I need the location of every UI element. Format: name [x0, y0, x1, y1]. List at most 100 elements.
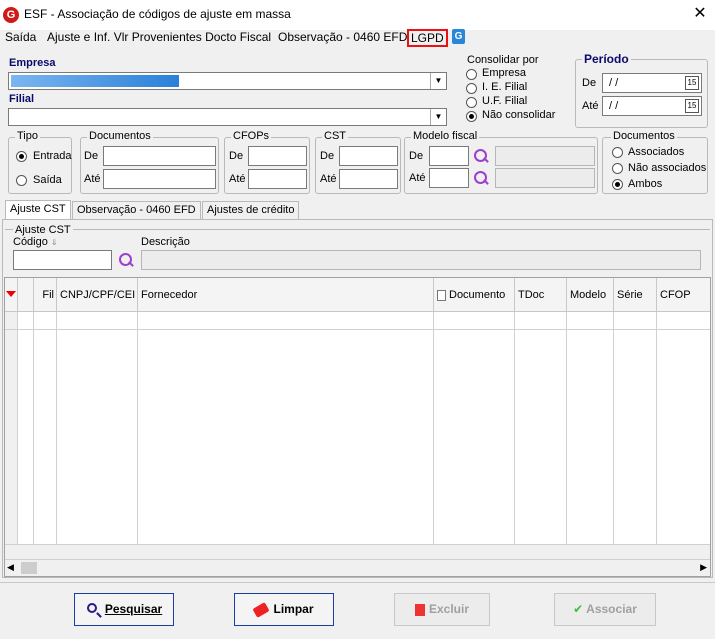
radio-associados[interactable]: [612, 147, 623, 158]
eraser-icon: [252, 601, 271, 618]
help-g-icon[interactable]: G: [452, 29, 465, 44]
excluir-button[interactable]: Excluir: [394, 593, 490, 626]
calendar-icon[interactable]: 15: [685, 99, 699, 113]
radio-empresa-label: Empresa: [482, 67, 527, 79]
documents-grid[interactable]: Fil CNPJ/CPF/CEI Fornecedor Documento TD…: [4, 277, 711, 577]
close-icon[interactable]: ✕: [690, 4, 710, 24]
associar-button[interactable]: ✔ Associar: [554, 593, 656, 626]
menu-observacao[interactable]: Observação - 0460 EFD: [278, 30, 407, 47]
grid-col-divider: [57, 312, 138, 544]
radio-empresa[interactable]: [466, 69, 477, 80]
consolidar-group: Consolidar por Empresa I. E. Filial U.F.…: [457, 54, 567, 127]
associar-label: Associar: [586, 602, 637, 616]
chevron-down-icon[interactable]: ▼: [430, 109, 446, 125]
documentos-ate-input[interactable]: [103, 169, 216, 189]
descricao-input: [141, 250, 701, 270]
grid-footer-row: [5, 544, 710, 559]
app-logo-icon: G: [3, 7, 19, 23]
radio-uf-filial[interactable]: [466, 97, 477, 108]
modelo-ate-input[interactable]: [429, 168, 469, 188]
radio-saida-label: Saída: [33, 174, 62, 186]
radio-nao-associados-label: Não associados: [628, 162, 707, 174]
cst-group: CST De Até: [315, 130, 401, 194]
col-fornecedor[interactable]: Fornecedor: [138, 278, 434, 312]
documentos-ate-label: Até: [84, 173, 101, 185]
col-serie[interactable]: Série: [614, 278, 657, 312]
menu-bar: Saída Ajuste e Inf. Vlr Provenientes Doc…: [0, 29, 715, 47]
cfops-de-input[interactable]: [248, 146, 307, 166]
cfops-title: CFOPs: [231, 130, 272, 142]
excluir-label: Excluir: [428, 602, 470, 616]
periodo-ate-value: / /: [609, 100, 619, 112]
tab-observacao-0460[interactable]: Observação - 0460 EFD: [72, 201, 201, 220]
sort-indicator-icon: [6, 291, 16, 297]
radio-saida[interactable]: [16, 175, 27, 186]
codigo-label: Código ⇓: [13, 236, 58, 248]
ajuste-cst-title: Ajuste CST: [13, 224, 73, 236]
radio-ambos[interactable]: [612, 179, 623, 190]
cfops-ate-label: Até: [229, 173, 246, 185]
documentos-range-title: Documentos: [87, 130, 153, 142]
codigo-input[interactable]: [13, 250, 112, 270]
calendar-icon[interactable]: 15: [685, 76, 699, 90]
tab-ajuste-cst[interactable]: Ajuste CST: [5, 200, 71, 221]
check-icon: ✔: [573, 602, 584, 616]
col-tdoc[interactable]: TDoc: [515, 278, 567, 312]
pesquisar-button[interactable]: Pesquisar: [74, 593, 174, 626]
col-documento: Documento: [449, 289, 506, 301]
periodo-de-input[interactable]: / / 15: [602, 73, 702, 93]
cfops-group: CFOPs De Até: [224, 130, 310, 194]
tab-ajustes-credito[interactable]: Ajustes de crédito: [202, 201, 300, 220]
chevron-down-icon[interactable]: ▼: [430, 73, 446, 89]
radio-ie-filial[interactable]: [466, 83, 477, 94]
radio-nao-associados[interactable]: [612, 163, 623, 174]
search-icon[interactable]: [473, 148, 489, 164]
radio-associados-label: Associados: [628, 146, 685, 158]
modelo-fiscal-title: Modelo fiscal: [411, 130, 480, 142]
col-modelo[interactable]: Modelo: [567, 278, 614, 312]
documentos-filter-group: Documentos Associados Não associados Amb…: [602, 130, 708, 194]
radio-nao-consolidar-label: Não consolidar: [482, 109, 556, 121]
cfops-ate-input[interactable]: [248, 169, 307, 189]
scroll-thumb[interactable]: [21, 562, 37, 574]
horizontal-scrollbar[interactable]: ◀ ▶: [5, 559, 710, 576]
limpar-label: Limpar: [273, 602, 314, 616]
document-icon: [437, 289, 446, 301]
col-documento-header[interactable]: Documento: [434, 278, 515, 312]
descricao-label: Descrição: [141, 236, 190, 248]
menu-saida[interactable]: Saída: [5, 30, 36, 47]
periodo-title: Período: [582, 52, 631, 66]
modelo-ate-desc: [495, 168, 595, 188]
scroll-left-icon[interactable]: ◀: [7, 562, 14, 573]
menu-ajuste-inf[interactable]: Ajuste e Inf. Vlr Provenientes Docto Fis…: [47, 30, 271, 47]
search-icon[interactable]: [118, 252, 134, 268]
ajuste-cst-group: Ajuste CST Código ⇓ Descrição: [5, 224, 710, 274]
grid-check-header[interactable]: [18, 278, 34, 312]
col-fil[interactable]: Fil: [34, 278, 57, 312]
cst-ate-input[interactable]: [339, 169, 398, 189]
cst-ate-label: Até: [320, 173, 337, 185]
radio-nao-consolidar[interactable]: [466, 111, 477, 122]
cst-de-input[interactable]: [339, 146, 398, 166]
grid-col-divider: [138, 312, 434, 544]
col-cfop[interactable]: CFOP: [657, 278, 710, 312]
empresa-combo[interactable]: ▼: [8, 72, 447, 90]
title-bar: G ESF - Associação de códigos de ajuste …: [0, 0, 715, 30]
search-icon[interactable]: [473, 170, 489, 186]
modelo-de-input[interactable]: [429, 146, 469, 166]
radio-entrada-label: Entrada: [33, 150, 72, 162]
modelo-ate-label: Até: [409, 172, 426, 184]
footer-divider: [0, 582, 715, 583]
cst-title: CST: [322, 130, 348, 142]
periodo-de-value: / /: [609, 77, 619, 89]
modelo-fiscal-group: Modelo fiscal De Até: [404, 130, 598, 194]
filial-combo[interactable]: ▼: [8, 108, 447, 126]
limpar-button[interactable]: Limpar: [234, 593, 334, 626]
scroll-right-icon[interactable]: ▶: [700, 562, 707, 573]
radio-entrada[interactable]: [16, 151, 27, 162]
menu-lgpd[interactable]: LGPD: [407, 29, 448, 47]
periodo-ate-input[interactable]: / / 15: [602, 96, 702, 116]
col-cnpj[interactable]: CNPJ/CPF/CEI: [57, 278, 138, 312]
table-row[interactable]: [5, 312, 710, 330]
documentos-de-input[interactable]: [103, 146, 216, 166]
